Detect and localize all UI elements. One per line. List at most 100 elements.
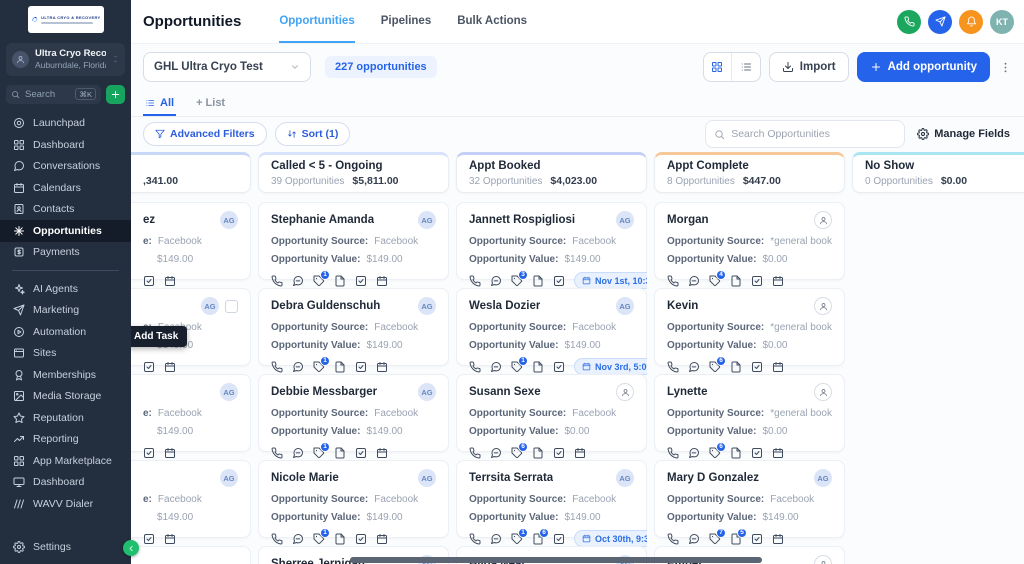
- task-icon[interactable]: [355, 533, 367, 545]
- opportunity-card[interactable]: Nicole MarieAGOpportunity Source:Faceboo…: [258, 460, 449, 538]
- tag-icon[interactable]: 1: [511, 533, 523, 545]
- opportunity-card[interactable]: LynetteOpportunity Source:*general booki…: [654, 374, 845, 452]
- notes-icon[interactable]: [334, 361, 346, 373]
- calendar-icon[interactable]: [772, 275, 784, 287]
- sms-icon[interactable]: [292, 447, 304, 459]
- notes-icon[interactable]: [730, 275, 742, 287]
- sidebar-item-payments[interactable]: Payments: [0, 242, 131, 264]
- sidebar-item-reporting[interactable]: Reporting: [0, 429, 131, 451]
- call-icon[interactable]: [271, 275, 283, 287]
- checkbox-icon[interactable]: [143, 275, 155, 287]
- notes-icon[interactable]: [334, 275, 346, 287]
- call-icon[interactable]: [469, 361, 481, 373]
- tag-icon[interactable]: 1: [313, 361, 325, 373]
- task-icon[interactable]: [553, 275, 565, 287]
- notes-icon[interactable]: 5: [730, 533, 742, 545]
- calendar-icon[interactable]: [164, 533, 176, 545]
- add-opportunity-button[interactable]: Add opportunity: [857, 52, 990, 82]
- account-switcher[interactable]: Ultra Cryo Recovery Auburndale, Florida: [6, 43, 125, 76]
- sidebar-search[interactable]: ⌘K: [6, 85, 101, 104]
- task-icon[interactable]: [751, 361, 763, 373]
- import-button[interactable]: Import: [769, 52, 849, 82]
- opportunity-card[interactable]: AGe:Facebook$149.00: [131, 460, 251, 538]
- tab-pipelines[interactable]: Pipelines: [381, 0, 432, 43]
- call-icon[interactable]: [469, 275, 481, 287]
- sidebar-item-marketing[interactable]: Marketing: [0, 300, 131, 322]
- opportunity-search-input[interactable]: [731, 128, 896, 140]
- opportunity-card[interactable]: Wesla DozierAGOpportunity Source:Faceboo…: [456, 288, 647, 366]
- task-icon[interactable]: [355, 275, 367, 287]
- opportunity-card[interactable]: AGe:Facebook$149.00: [131, 374, 251, 452]
- sidebar-item-dashboard[interactable]: Dashboard: [0, 472, 131, 494]
- task-icon[interactable]: [553, 533, 565, 545]
- sidebar-item-settings[interactable]: Settings: [0, 537, 131, 559]
- advanced-filters-button[interactable]: Advanced Filters: [143, 122, 267, 146]
- sms-icon[interactable]: [292, 533, 304, 545]
- pipeline-select[interactable]: GHL Ultra Cryo Test: [143, 52, 311, 82]
- opportunity-search[interactable]: [705, 120, 905, 148]
- calendar-icon[interactable]: [376, 447, 388, 459]
- opportunity-card[interactable]: Stephanie AmandaAGOpportunity Source:Fac…: [258, 202, 449, 280]
- opportunity-card[interactable]: Debra GuldenschuhAGOpportunity Source:Fa…: [258, 288, 449, 366]
- sidebar-search-input[interactable]: [25, 89, 70, 100]
- sms-icon[interactable]: [490, 447, 502, 459]
- opportunity-card[interactable]: Terrsita SerrataAGOpportunity Source:Fac…: [456, 460, 647, 538]
- sidebar-item-calendars[interactable]: Calendars: [0, 177, 131, 199]
- call-icon[interactable]: [469, 447, 481, 459]
- calendar-icon[interactable]: [376, 275, 388, 287]
- notes-icon[interactable]: [730, 447, 742, 459]
- sms-icon[interactable]: [292, 361, 304, 373]
- grid-view-button[interactable]: [704, 53, 732, 81]
- notes-icon[interactable]: 6: [532, 533, 544, 545]
- sms-icon[interactable]: [292, 275, 304, 287]
- calendar-icon[interactable]: [376, 533, 388, 545]
- opportunity-card[interactable]: ezAGe:Facebook$149.00: [131, 202, 251, 280]
- more-options-button[interactable]: [998, 61, 1012, 74]
- notes-icon[interactable]: [532, 361, 544, 373]
- horizontal-scrollbar[interactable]: [350, 557, 762, 563]
- notifications-button[interactable]: [959, 10, 983, 34]
- sidebar-item-conversations[interactable]: Conversations: [0, 156, 131, 178]
- task-icon[interactable]: [751, 533, 763, 545]
- user-avatar[interactable]: KT: [990, 10, 1014, 34]
- sidebar-item-contacts[interactable]: Contacts: [0, 199, 131, 221]
- task-icon[interactable]: [355, 361, 367, 373]
- opportunity-card[interactable]: MorganOpportunity Source:*general bookin…: [654, 202, 845, 280]
- calendar-icon[interactable]: [772, 533, 784, 545]
- sms-icon[interactable]: [490, 533, 502, 545]
- sidebar-item-memberships[interactable]: Memberships: [0, 364, 131, 386]
- sidebar-item-dashboard[interactable]: Dashboard: [0, 134, 131, 156]
- calendar-icon[interactable]: [164, 275, 176, 287]
- list-view-button[interactable]: [732, 53, 760, 81]
- task-icon[interactable]: [553, 447, 565, 459]
- task-icon[interactable]: [751, 447, 763, 459]
- notes-icon[interactable]: [334, 533, 346, 545]
- opportunity-card[interactable]: Susann SexeOpportunity Source:FacebookOp…: [456, 374, 647, 452]
- tag-icon[interactable]: 3: [511, 275, 523, 287]
- call-icon[interactable]: [271, 533, 283, 545]
- quick-add-button[interactable]: [106, 85, 125, 104]
- opportunity-card[interactable]: Mary D GonzalezAGOpportunity Source:Face…: [654, 460, 845, 538]
- call-icon[interactable]: [271, 447, 283, 459]
- opportunity-card[interactable]: Jannett RospigliosiAGOpportunity Source:…: [456, 202, 647, 280]
- tag-icon[interactable]: 1: [511, 361, 523, 373]
- sidebar-item-launchpad[interactable]: Launchpad: [0, 113, 131, 135]
- tab-new-list[interactable]: + List: [194, 97, 227, 116]
- task-icon[interactable]: [553, 361, 565, 373]
- manage-fields-button[interactable]: Manage Fields: [917, 128, 1010, 140]
- tag-icon[interactable]: 1: [313, 447, 325, 459]
- tag-icon[interactable]: 6: [511, 447, 523, 459]
- tab-opportunities[interactable]: Opportunities: [279, 0, 354, 43]
- call-button[interactable]: [897, 10, 921, 34]
- notes-icon[interactable]: [532, 275, 544, 287]
- sms-icon[interactable]: [688, 275, 700, 287]
- appointment-pill[interactable]: Nov 1st, 10:30 am: [574, 272, 647, 289]
- opportunity-card[interactable]: [131, 546, 251, 564]
- checkbox-icon[interactable]: [143, 447, 155, 459]
- call-icon[interactable]: [667, 533, 679, 545]
- call-icon[interactable]: [271, 361, 283, 373]
- sidebar-item-wavv-dialer[interactable]: WAVV Dialer: [0, 493, 131, 515]
- sms-icon[interactable]: [490, 361, 502, 373]
- sidebar-item-opportunities[interactable]: Opportunities: [0, 220, 131, 242]
- calendar-icon[interactable]: [574, 447, 586, 459]
